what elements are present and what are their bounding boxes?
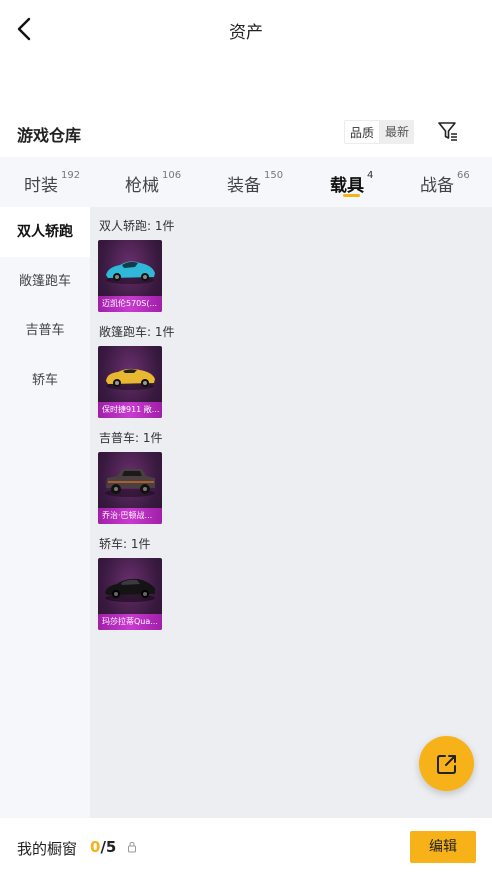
vehicle-name: 玛莎拉蒂Qua... — [98, 614, 162, 630]
tab-label: 载具 — [330, 176, 364, 196]
vehicle-name: 迈凯伦570S(... — [98, 296, 162, 312]
car-image — [105, 469, 155, 497]
vehicle-card[interactable]: 乔治·巴顿战... — [98, 452, 162, 524]
tab-firearms[interactable]: 枪械 106 — [125, 157, 181, 207]
sidebar-item-sedan[interactable]: 轿车 — [0, 356, 90, 406]
tab-count: 106 — [162, 170, 182, 181]
page-title: 资产 — [229, 23, 263, 43]
vehicle-list: 双人轿跑: 1件 迈凯伦570S(... 敞篷跑车: 1件 保时捷911 敞..… — [90, 207, 492, 818]
vehicle-name: 乔治·巴顿战... — [98, 508, 162, 524]
group-title: 吉普车: 1件 — [99, 431, 163, 445]
showcase-max: 5 — [105, 838, 117, 856]
group-title: 双人轿跑: 1件 — [99, 219, 175, 233]
vehicle-card[interactable]: 迈凯伦570S(... — [98, 240, 162, 312]
share-external-icon — [436, 754, 456, 774]
category-tabs: 时装 192 枪械 106 装备 150 载具 4 战备 66 — [0, 157, 492, 207]
filter-list-icon — [438, 122, 457, 141]
car-image — [105, 578, 155, 602]
tab-count: 66 — [457, 170, 470, 181]
tab-equipment[interactable]: 装备 150 — [227, 157, 283, 207]
sidebar-item-jeep[interactable]: 吉普车 — [0, 306, 90, 356]
car-image — [106, 261, 155, 284]
subcategory-sidebar: 双人轿跑 敞篷跑车 吉普车 轿车 — [0, 207, 90, 818]
car-image — [106, 368, 155, 390]
sort-latest-button[interactable]: 最新 — [380, 120, 415, 144]
group-title: 敞篷跑车: 1件 — [99, 325, 175, 339]
share-button[interactable] — [419, 736, 474, 791]
tab-count: 150 — [264, 170, 284, 181]
tab-vehicles[interactable]: 载具 4 — [330, 157, 373, 207]
tab-label: 时装 — [24, 176, 58, 196]
active-tab-indicator — [342, 194, 360, 197]
group-title: 轿车: 1件 — [99, 537, 151, 551]
tab-label: 装备 — [227, 176, 261, 196]
tab-fashion[interactable]: 时装 192 — [24, 157, 80, 207]
lock-icon — [128, 841, 136, 853]
filter-button[interactable] — [436, 119, 460, 143]
showcase-current: 0 — [90, 838, 101, 856]
warehouse-title: 游戏仓库 — [17, 126, 82, 145]
sidebar-item-convertible[interactable]: 敞篷跑车 — [0, 257, 90, 307]
vehicle-card[interactable]: 玛莎拉蒂Qua... — [98, 558, 162, 630]
warehouse-header: 游戏仓库 品质 最新 — [0, 112, 492, 156]
tab-combat-supplies[interactable]: 战备 66 — [420, 157, 470, 207]
showcase-bar: 我的橱窗 0/5 编辑 — [0, 818, 492, 876]
showcase-label: 我的橱窗 — [17, 840, 78, 858]
sort-toggle: 品质 最新 — [344, 120, 415, 144]
showcase-count: 0/5 — [90, 838, 116, 856]
vehicle-name: 保时捷911 敞... — [98, 402, 162, 418]
tab-label: 枪械 — [125, 176, 159, 196]
tab-count: 192 — [61, 170, 81, 181]
edit-button[interactable]: 编辑 — [410, 831, 476, 863]
sidebar-item-coupe[interactable]: 双人轿跑 — [0, 207, 90, 257]
sort-quality-button[interactable]: 品质 — [344, 120, 381, 144]
tab-label: 战备 — [420, 176, 454, 196]
tab-count: 4 — [367, 170, 374, 181]
top-bar: 资产 — [0, 0, 492, 58]
vehicle-card[interactable]: 保时捷911 敞... — [98, 346, 162, 418]
